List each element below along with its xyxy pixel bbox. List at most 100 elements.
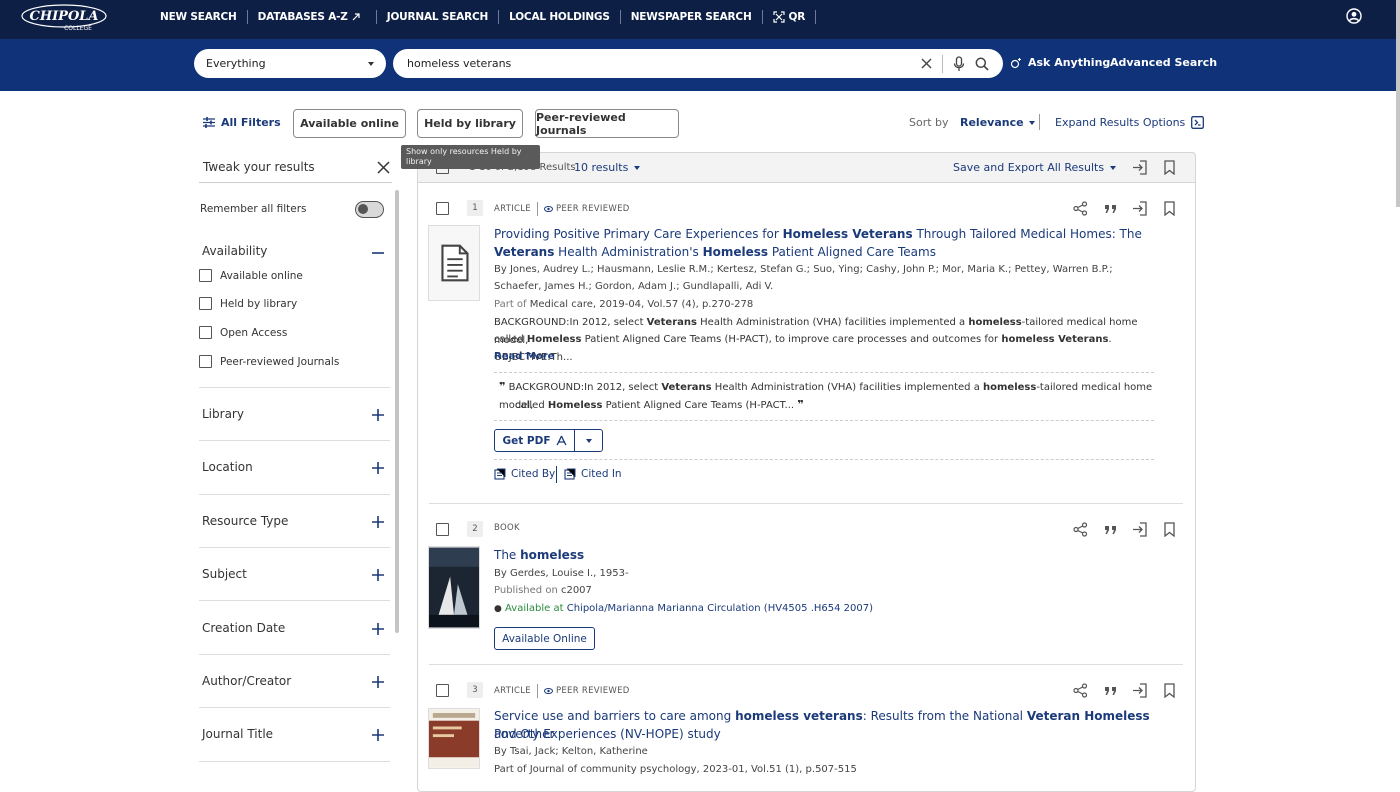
microphone-icon[interactable]	[953, 55, 965, 72]
share-icon[interactable]	[1073, 683, 1088, 698]
cited-by-label: Cited By	[511, 468, 556, 480]
expand-plus-icon[interactable]	[371, 728, 385, 742]
nav-newspaper-search[interactable]: NEWSPAPER SEARCH	[621, 11, 762, 23]
snippet-highlight: homeless	[968, 317, 1022, 328]
read-more-link[interactable]: Read More	[494, 351, 554, 362]
search-icon[interactable]	[975, 57, 989, 71]
clear-icon[interactable]	[921, 58, 932, 69]
bookmark-icon[interactable]	[1162, 683, 1177, 698]
facet-location[interactable]: Location	[202, 460, 253, 474]
bookmark-icon[interactable]	[1162, 160, 1177, 175]
divider	[199, 387, 390, 388]
nav-new-search[interactable]: NEW SEARCH	[150, 11, 247, 23]
availability-option-peer-reviewed[interactable]: Peer-reviewed Journals	[199, 355, 339, 368]
cite-quote-icon[interactable]	[1103, 522, 1118, 537]
search-scope-select[interactable]: Everything	[194, 49, 386, 78]
expand-plus-icon[interactable]	[371, 461, 385, 475]
facet-creation-date[interactable]: Creation Date	[202, 621, 285, 635]
get-pdf-options[interactable]	[575, 430, 602, 451]
results-per-page-select[interactable]: 10 results	[574, 161, 641, 174]
availability-location-link[interactable]: Chipola/Marianna Marianna Circulation (H…	[567, 603, 873, 614]
nav-qr[interactable]: QR	[763, 11, 816, 23]
expand-plus-icon[interactable]	[371, 515, 385, 529]
result-checkbox[interactable]	[436, 684, 449, 697]
filter-peer-reviewed[interactable]: Peer-reviewed Journals	[535, 109, 679, 138]
facet-library[interactable]: Library	[202, 407, 244, 421]
expand-results-options[interactable]: Expand Results Options	[1055, 116, 1205, 129]
sort-select[interactable]: Relevance	[960, 116, 1035, 129]
collapse-minus-icon[interactable]	[371, 246, 385, 260]
filter-available-online[interactable]: Available online	[293, 109, 406, 138]
bookmark-icon[interactable]	[1162, 522, 1177, 537]
book-cover-thumbnail[interactable]	[428, 546, 480, 629]
result-type: ARTICLE PEER REVIEWED	[494, 202, 630, 216]
export-icon[interactable]	[1132, 201, 1147, 216]
result-divider	[429, 503, 1183, 504]
result-title-cont[interactable]: Poverty Experiences (NV-HOPE) study	[494, 726, 1154, 744]
availability-option-online[interactable]: Available online	[199, 269, 303, 282]
facet-subject[interactable]: Subject	[202, 567, 247, 581]
available-online-button[interactable]: Available Online	[494, 627, 595, 650]
nav-local-holdings[interactable]: LOCAL HOLDINGS	[499, 11, 620, 23]
export-icon[interactable]	[1132, 522, 1147, 537]
checkbox[interactable]	[199, 297, 212, 310]
all-filters-label: All Filters	[221, 116, 281, 129]
ask-anything-button[interactable]: Ask Anything	[1010, 56, 1110, 69]
get-pdf-button[interactable]: Get PDF	[494, 429, 603, 452]
advanced-search-link[interactable]: Advanced Search	[1110, 56, 1217, 69]
save-export-all-button[interactable]: Save and Export All Results	[953, 161, 1117, 174]
expand-plus-icon[interactable]	[371, 675, 385, 689]
bookmark-icon[interactable]	[1162, 201, 1177, 216]
journal-cover-thumbnail[interactable]	[428, 708, 480, 769]
divider	[199, 707, 390, 708]
share-icon[interactable]	[1073, 201, 1088, 216]
search-input[interactable]: homeless veterans	[393, 49, 1003, 78]
peer-reviewed-label: PEER REVIEWED	[555, 204, 630, 214]
remember-filters-toggle[interactable]	[355, 201, 384, 218]
nav-databases[interactable]: DATABASES A-Z	[248, 11, 370, 23]
availability-option-open-access[interactable]: Open Access	[199, 326, 287, 339]
get-pdf-main[interactable]: Get PDF	[495, 430, 575, 451]
user-account-icon[interactable]	[1346, 8, 1362, 24]
checkbox[interactable]	[199, 269, 212, 282]
peer-reviewed-label: PEER REVIEWED	[555, 686, 630, 696]
chipola-college-logo[interactable]: CHIPOLA COLLEGE	[20, 3, 108, 33]
result-number: 2	[467, 521, 483, 537]
divider	[536, 202, 538, 216]
divider	[199, 440, 390, 441]
sidebar-scrollbar[interactable]	[395, 190, 399, 633]
facet-resource-type[interactable]: Resource Type	[202, 514, 288, 528]
nav-journal-search[interactable]: JOURNAL SEARCH	[377, 11, 498, 23]
close-icon[interactable]	[377, 161, 390, 174]
result-checkbox[interactable]	[436, 523, 449, 536]
facet-journal-title[interactable]: Journal Title	[202, 727, 273, 741]
facet-author-creator[interactable]: Author/Creator	[202, 674, 291, 688]
result-published: Published on c2007	[494, 582, 1154, 600]
result-title[interactable]: The homeless	[494, 547, 1154, 565]
cite-quote-icon[interactable]	[1103, 201, 1118, 216]
availability-option-held[interactable]: Held by library	[199, 297, 297, 310]
top-navigation: CHIPOLA COLLEGE NEW SEARCH DATABASES A-Z…	[0, 0, 1400, 39]
checkbox[interactable]	[199, 326, 212, 339]
expand-plus-icon[interactable]	[371, 568, 385, 582]
result-title[interactable]: Providing Positive Primary Care Experien…	[494, 226, 1154, 261]
published-value: c2007	[557, 585, 592, 596]
share-icon[interactable]	[1073, 522, 1088, 537]
expand-plus-icon[interactable]	[371, 408, 385, 422]
export-icon[interactable]	[1132, 160, 1147, 175]
availability-title: Availability	[202, 244, 268, 258]
result-checkbox[interactable]	[436, 202, 449, 215]
cited-by-link[interactable]: Cited By	[494, 468, 555, 480]
cited-in-link[interactable]: Cited In	[564, 468, 622, 480]
page-scrollbar[interactable]	[1396, 0, 1400, 207]
export-icon[interactable]	[1132, 683, 1147, 698]
cite-quote-icon[interactable]	[1103, 683, 1118, 698]
filter-held-by-library[interactable]: Held by library	[417, 109, 523, 138]
expand-results-label: Expand Results Options	[1055, 116, 1186, 129]
all-filters-button[interactable]: All Filters	[203, 116, 281, 129]
document-thumbnail-icon[interactable]	[428, 225, 480, 301]
expand-plus-icon[interactable]	[371, 622, 385, 636]
checkbox[interactable]	[199, 355, 212, 368]
divider	[556, 466, 557, 483]
result-authors: By Gerdes, Louise I., 1953-	[494, 568, 629, 579]
